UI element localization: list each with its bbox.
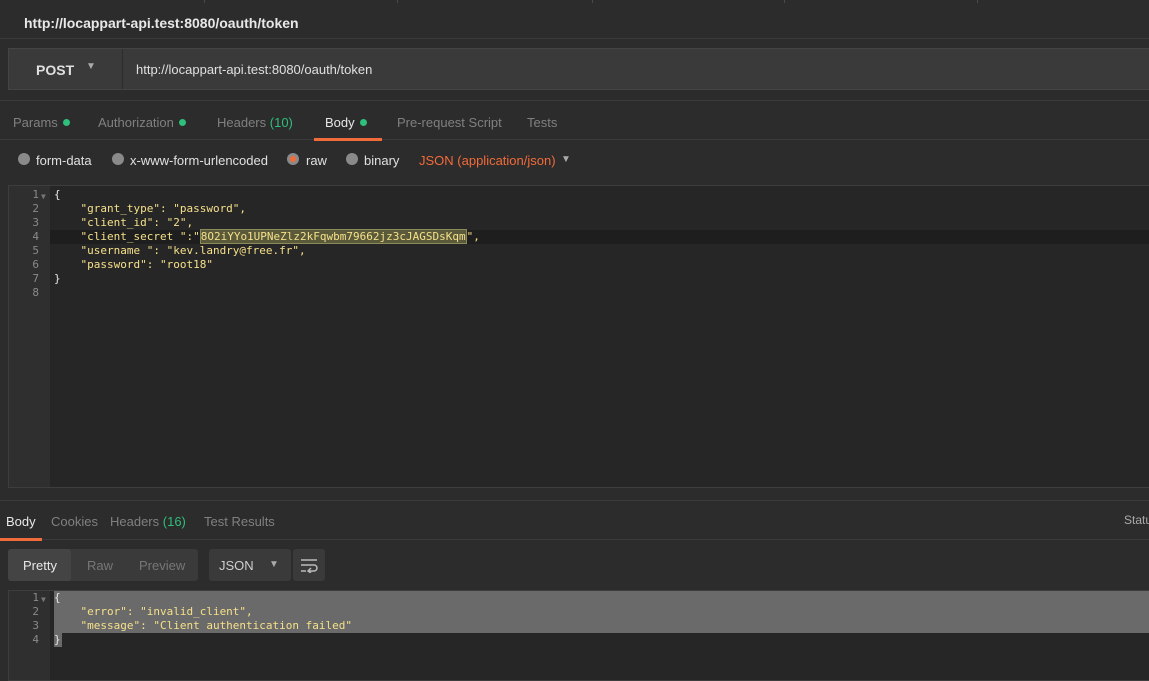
raw-label: raw (306, 153, 327, 168)
binary-label: binary (364, 153, 400, 168)
response-body-viewer[interactable]: 1 ▼ 2 3 4 { "error": "invalid_client", "… (8, 590, 1149, 681)
url-input[interactable]: http://locappart-api.test:8080/oauth/tok… (136, 62, 372, 77)
window-title-bar: http://locappart-api.test:8080/oauth/tok… (0, 0, 1149, 39)
view-mode-segment: Pretty Raw Preview (8, 549, 198, 581)
tab-body[interactable]: Body (325, 115, 367, 130)
radio-raw[interactable] (287, 153, 299, 165)
tab-response-headers-label: Headers (110, 514, 160, 529)
request-title: http://locappart-api.test:8080/oauth/tok… (24, 15, 299, 31)
code-line: "grant_type": "password", (54, 202, 247, 215)
response-headers-count: (16) (162, 514, 186, 529)
tab-response-headers[interactable]: Headers (16) (110, 514, 186, 529)
urlencoded-label: x-www-form-urlencoded (130, 153, 268, 168)
wrap-lines-button[interactable] (293, 549, 325, 581)
content-type-select[interactable]: JSON (application/json) (419, 153, 556, 168)
code-line: "client_id": "2", (54, 216, 194, 229)
line-number: 2 (32, 202, 39, 215)
radio-binary[interactable] (346, 153, 358, 165)
status-dot-icon (62, 119, 70, 126)
code-line: "error": "invalid_client", (54, 605, 253, 618)
line-number: 1 (32, 188, 39, 201)
code-line: } (54, 633, 61, 646)
tab-test-results[interactable]: Test Results (204, 514, 275, 529)
line-number: 4 (32, 633, 39, 646)
line-number: 3 (32, 216, 39, 229)
line-number: 2 (32, 605, 39, 618)
radio-urlencoded[interactable] (112, 153, 124, 165)
tab-params[interactable]: Params (13, 115, 70, 130)
tab-headers[interactable]: Headers (10) (217, 115, 293, 130)
line-number: 1 (32, 591, 39, 604)
raw-button[interactable]: Raw (87, 558, 113, 573)
code-line: "username ": "kev.landry@free.fr", (54, 244, 306, 257)
form-data-label: form-data (36, 153, 92, 168)
code-text: "client_secret ":" (54, 230, 200, 243)
active-tab-indicator (0, 538, 42, 541)
radio-form-data[interactable] (18, 153, 30, 165)
status-dot-icon (359, 119, 367, 126)
line-number: 4 (32, 230, 39, 243)
tab-cookies[interactable]: Cookies (51, 514, 98, 529)
line-number: 7 (32, 272, 39, 285)
pretty-button[interactable]: Pretty (23, 558, 57, 573)
tab-authorization-label: Authorization (98, 115, 174, 130)
chevron-down-icon: ▼ (86, 61, 96, 72)
tab-body-label: Body (325, 115, 355, 130)
code-line: { (54, 188, 61, 201)
request-tabs: Params Authorization Headers (10) Body P… (0, 100, 1149, 141)
status-dot-icon (178, 119, 186, 126)
code-line: "password": "root18" (54, 258, 213, 271)
code-line-client-secret: "client_secret ":"8O2iYYo1UPNeZlz2kFqwbm… (54, 229, 480, 244)
chevron-down-icon: ▼ (561, 154, 571, 165)
chevron-down-icon: ▼ (269, 559, 279, 570)
status-label: Statu (1124, 513, 1149, 527)
line-number: 6 (32, 258, 39, 271)
method-select[interactable]: POST ▼ (9, 49, 123, 89)
method-label: POST (36, 62, 75, 78)
selected-text: 8O2iYYo1UPNeZlz2kFqwbm79662jz3cJAGSDsKqm (199, 229, 467, 244)
tab-params-label: Params (13, 115, 58, 130)
code-text: ", (466, 230, 480, 243)
tab-pre-request-script[interactable]: Pre-request Script (397, 115, 502, 130)
line-number: 3 (32, 619, 39, 632)
fold-arrow-icon[interactable]: ▼ (41, 593, 46, 607)
response-tabs: Body Cookies Headers (16) Test Results S… (0, 500, 1149, 541)
code-line: "message": "Client authentication failed… (54, 619, 353, 632)
line-number: 8 (32, 286, 39, 299)
format-select[interactable]: JSON ▼ (209, 549, 291, 581)
tab-headers-label: Headers (217, 115, 267, 130)
request-bar: POST ▼ http://locappart-api.test:8080/oa… (8, 48, 1149, 90)
code-line: } (54, 272, 61, 285)
body-mode-selector: form-data x-www-form-urlencoded raw bina… (0, 141, 1149, 185)
tab-response-body[interactable]: Body (6, 514, 36, 529)
format-label: JSON (219, 558, 254, 573)
headers-count: (10) (269, 115, 293, 130)
tab-tests[interactable]: Tests (527, 115, 557, 130)
tab-authorization[interactable]: Authorization (98, 115, 186, 130)
line-number: 5 (32, 244, 39, 257)
request-body-editor[interactable]: 1 ▼ 2 3 4 5 6 7 8 { "grant_type": "passw… (8, 185, 1149, 488)
wrap-icon (301, 559, 318, 573)
code-line: { (54, 591, 61, 604)
fold-arrow-icon[interactable]: ▼ (41, 190, 46, 204)
preview-button[interactable]: Preview (139, 558, 185, 573)
